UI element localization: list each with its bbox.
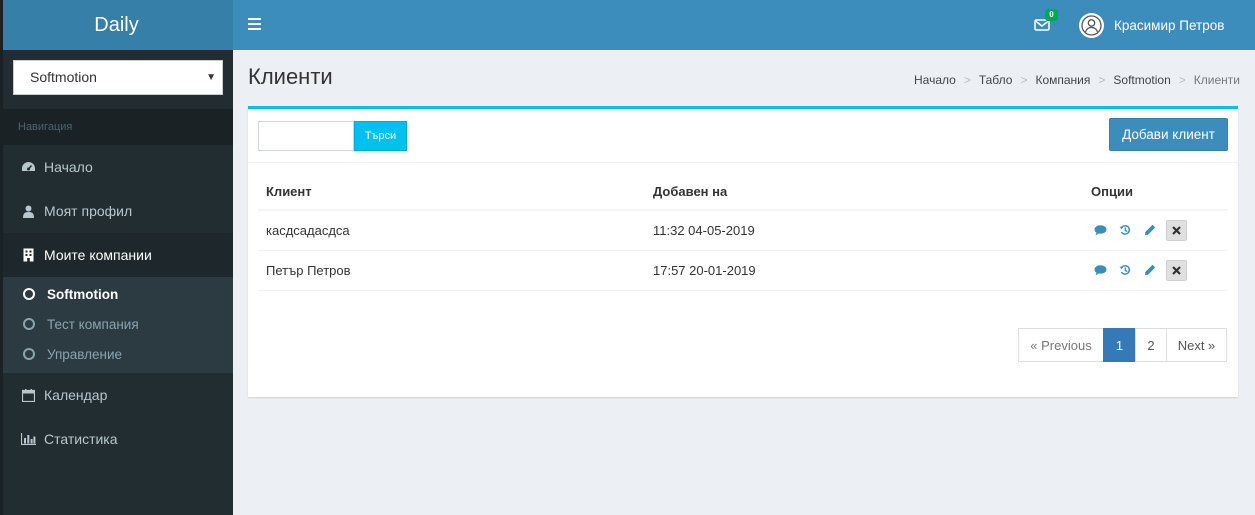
clients-table: Клиент Добавен на Опции касдсадасдса 11:… [258,173,1228,291]
circle-icon [23,288,35,300]
sidebar-item-label: Начало [44,159,93,175]
avatar [1079,13,1104,38]
sidebar-item-calendar[interactable]: Календар [0,373,233,417]
breadcrumb-dashboard[interactable]: Табло [979,73,1013,87]
top-navbar: 0 Красимир Петров [233,0,1255,50]
breadcrumb-clients: Клиенти [1193,73,1240,87]
pagination-page-2[interactable]: 2 [1135,328,1167,362]
add-client-button[interactable]: Добави клиент [1109,118,1228,151]
pagination-page-1[interactable]: 1 [1103,328,1136,362]
breadcrumb-separator: > [1020,73,1028,87]
client-name: Петър Петров [258,249,645,291]
delete-button[interactable] [1166,259,1187,281]
comment-icon[interactable] [1091,221,1109,239]
company-select[interactable]: Softmotion ▼ [13,60,223,95]
pagination: « Previous 1 2 Next » [1018,328,1227,362]
edit-pencil-icon[interactable] [1141,221,1159,239]
submenu-item-label: Softmotion [47,286,119,302]
dashboard-icon [20,160,36,174]
client-added-date: 11:32 04-05-2019 [645,209,1083,250]
window-edge [0,0,3,515]
hamburger-menu-icon[interactable] [248,18,261,30]
table-row: касдсадасдса 11:32 04-05-2019 [258,209,1228,250]
user-icon [20,204,36,218]
calendar-icon [20,388,36,402]
row-options [1091,219,1228,241]
companies-submenu: Softmotion Тест компания Управление [0,277,233,373]
breadcrumb-separator: > [1178,73,1186,87]
sidebar-item-my-companies[interactable]: Моите компании [0,233,233,277]
sidebar-item-label: Календар [44,387,108,403]
breadcrumb-home[interactable]: Начало [914,73,956,87]
close-icon [1172,265,1181,275]
sidebar-item-label: Моите компании [44,247,152,263]
submenu-item-label: Тест компания [47,316,139,332]
sidebar-item-label: Статистика [44,431,118,447]
breadcrumb: Начало > Табло > Компания > Softmotion >… [914,73,1240,87]
edit-pencil-icon[interactable] [1141,261,1159,279]
building-icon [20,248,36,262]
sidebar-item-profile[interactable]: Моят профил [0,189,233,233]
delete-button[interactable] [1166,219,1187,241]
sidebar-item-label: Моят профил [44,203,133,219]
history-icon[interactable] [1116,221,1134,239]
submenu-item-management[interactable]: Управление [0,339,233,369]
client-added-date: 17:57 20-01-2019 [645,249,1083,291]
column-header-client: Клиент [258,173,645,211]
sidebar: Daily Softmotion ▼ Навигация Начало Моят… [0,0,233,515]
submenu-item-label: Управление [47,346,123,362]
pagination-previous[interactable]: « Previous [1018,328,1104,362]
breadcrumb-company[interactable]: Компания [1035,73,1090,87]
search-input[interactable] [258,121,354,151]
circle-icon [23,348,35,360]
breadcrumb-separator: > [963,73,971,87]
company-select-value: Softmotion [30,69,97,85]
history-icon[interactable] [1116,261,1134,279]
clients-box: Търси Добави клиент Клиент Добавен на Оп… [248,106,1238,397]
breadcrumb-softmotion[interactable]: Softmotion [1113,73,1170,87]
divider [248,162,1238,163]
comment-icon[interactable] [1091,261,1109,279]
table-row: Петър Петров 17:57 20-01-2019 [258,249,1228,291]
column-header-added: Добавен на [645,173,1083,211]
user-menu[interactable]: Красимир Петров [1079,13,1224,38]
pagination-next[interactable]: Next » [1166,328,1227,362]
app-logo[interactable]: Daily [0,0,233,50]
user-name: Красимир Петров [1114,18,1225,33]
submenu-item-softmotion[interactable]: Softmotion [0,279,233,309]
nav-header: Навигация [0,109,233,145]
caret-down-icon: ▼ [206,72,216,83]
search-button[interactable]: Търси [354,121,407,151]
bar-chart-icon [20,432,36,446]
close-icon [1172,225,1181,235]
page-title: Клиенти [248,64,333,89]
circle-icon [23,318,35,330]
table-header-row: Клиент Добавен на Опции [258,173,1228,211]
row-options [1091,259,1228,281]
sidebar-item-home[interactable]: Начало [0,145,233,189]
breadcrumb-separator: > [1098,73,1106,87]
column-header-options: Опции [1083,173,1228,211]
submenu-item-test-company[interactable]: Тест компания [0,309,233,339]
sidebar-item-statistics[interactable]: Статистика [0,417,233,461]
mail-count-badge: 0 [1045,9,1058,21]
content-header: Клиенти Начало > Табло > Компания > Soft… [248,62,1240,98]
client-name: касдсадасдса [258,209,645,250]
